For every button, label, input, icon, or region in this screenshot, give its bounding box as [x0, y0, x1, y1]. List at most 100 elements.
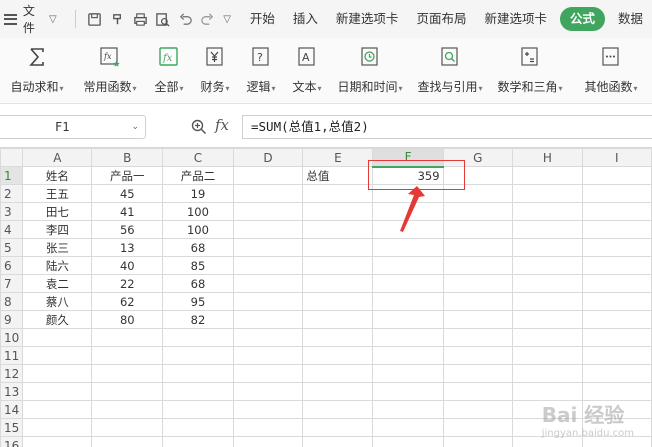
cell[interactable] [512, 256, 583, 275]
cell[interactable] [581, 166, 652, 185]
cell[interactable] [581, 256, 652, 275]
cell[interactable] [512, 310, 583, 329]
cell[interactable] [512, 436, 583, 447]
data-cell[interactable]: 王五 [22, 184, 93, 203]
zoom-search-icon[interactable] [190, 118, 208, 136]
cell[interactable] [302, 202, 374, 221]
row-header[interactable]: 12 [0, 364, 24, 383]
cell[interactable] [302, 400, 374, 419]
cell[interactable] [302, 346, 374, 365]
cell[interactable] [372, 292, 444, 311]
column-header-g[interactable]: G [442, 148, 514, 167]
print-icon[interactable] [132, 10, 149, 28]
cell[interactable] [512, 274, 583, 293]
cell[interactable] [581, 220, 652, 239]
cell[interactable] [162, 400, 234, 419]
cell[interactable] [581, 382, 652, 401]
cell[interactable] [442, 328, 514, 347]
cell[interactable] [232, 328, 304, 347]
math-trig-button[interactable]: 数学和三角▾ [490, 38, 570, 104]
cell[interactable] [91, 436, 164, 447]
cell[interactable] [372, 184, 444, 203]
tab-data[interactable]: 数据 [609, 7, 652, 31]
row-header[interactable]: 8 [0, 292, 24, 311]
tab-new-1[interactable]: 新建选项卡 [327, 7, 408, 31]
cell[interactable] [302, 364, 374, 383]
cell[interactable] [302, 220, 374, 239]
data-cell[interactable]: 40 [91, 256, 164, 275]
cell[interactable] [581, 274, 652, 293]
data-cell[interactable]: 82 [162, 310, 234, 329]
tab-home[interactable]: 开始 [241, 7, 284, 31]
cell[interactable] [372, 382, 444, 401]
row-header[interactable]: 15 [0, 418, 24, 437]
header-cell-product2[interactable]: 产品二 [162, 166, 234, 185]
common-functions-button[interactable]: fx 常用函数▾ [74, 38, 146, 104]
data-cell[interactable]: 41 [91, 202, 164, 221]
cell[interactable] [512, 238, 583, 257]
data-cell[interactable]: 13 [91, 238, 164, 257]
save-icon[interactable] [87, 10, 104, 28]
row-header[interactable]: 2 [0, 184, 24, 203]
cell[interactable] [22, 400, 93, 419]
cell[interactable] [512, 382, 583, 401]
cell[interactable] [22, 382, 93, 401]
chevron-down-icon[interactable]: ⌄ [131, 116, 139, 138]
row-header[interactable]: 1 [0, 166, 24, 185]
data-cell[interactable]: 45 [91, 184, 164, 203]
cell[interactable] [372, 436, 444, 447]
cell[interactable] [91, 328, 164, 347]
row-header[interactable]: 4 [0, 220, 24, 239]
tab-page-layout[interactable]: 页面布局 [407, 7, 475, 31]
data-cell[interactable]: 蔡八 [22, 292, 93, 311]
cell[interactable] [232, 166, 304, 185]
cell[interactable] [372, 346, 444, 365]
cell[interactable] [302, 238, 374, 257]
cell[interactable] [512, 184, 583, 203]
cell[interactable] [581, 346, 652, 365]
cell[interactable] [581, 436, 652, 447]
cell[interactable] [442, 274, 514, 293]
other-functions-button[interactable]: 其他函数▾ [570, 38, 652, 104]
cell[interactable] [442, 202, 514, 221]
cell[interactable] [162, 436, 234, 447]
cell[interactable] [442, 436, 514, 447]
cell[interactable] [162, 364, 234, 383]
cell[interactable] [442, 256, 514, 275]
cell[interactable] [302, 436, 374, 447]
file-menu[interactable]: 文件 [23, 2, 45, 36]
column-header-i[interactable]: I [581, 148, 652, 167]
data-cell[interactable]: 19 [162, 184, 234, 203]
cell[interactable] [232, 292, 304, 311]
cell[interactable] [22, 364, 93, 383]
row-header[interactable]: 11 [0, 346, 24, 365]
total-value-cell[interactable]: 359 [372, 166, 444, 185]
text-functions-button[interactable]: A 文本▾ [284, 38, 330, 104]
cell[interactable] [91, 382, 164, 401]
cell[interactable] [442, 310, 514, 329]
cell[interactable] [442, 220, 514, 239]
cell[interactable] [232, 184, 304, 203]
tab-formulas[interactable]: 公式 [559, 7, 605, 31]
cell[interactable] [581, 184, 652, 203]
tab-insert[interactable]: 插入 [284, 7, 327, 31]
cell[interactable] [232, 238, 304, 257]
cell[interactable] [232, 436, 304, 447]
cell[interactable] [162, 382, 234, 401]
cell[interactable] [512, 202, 583, 221]
data-cell[interactable]: 李四 [22, 220, 93, 239]
cell[interactable] [581, 418, 652, 437]
name-box[interactable]: F1 ⌄ [0, 115, 146, 139]
cell[interactable] [162, 328, 234, 347]
cell[interactable] [302, 256, 374, 275]
cell[interactable] [232, 418, 304, 437]
cell[interactable] [372, 256, 444, 275]
cell[interactable] [512, 328, 583, 347]
cell[interactable] [581, 310, 652, 329]
fx-insert-function-icon[interactable]: fx [215, 116, 229, 134]
row-header[interactable]: 14 [0, 400, 24, 419]
cell[interactable] [232, 220, 304, 239]
cell[interactable] [22, 346, 93, 365]
financial-button[interactable]: 财务▾ [192, 38, 238, 104]
data-cell[interactable]: 陆六 [22, 256, 93, 275]
